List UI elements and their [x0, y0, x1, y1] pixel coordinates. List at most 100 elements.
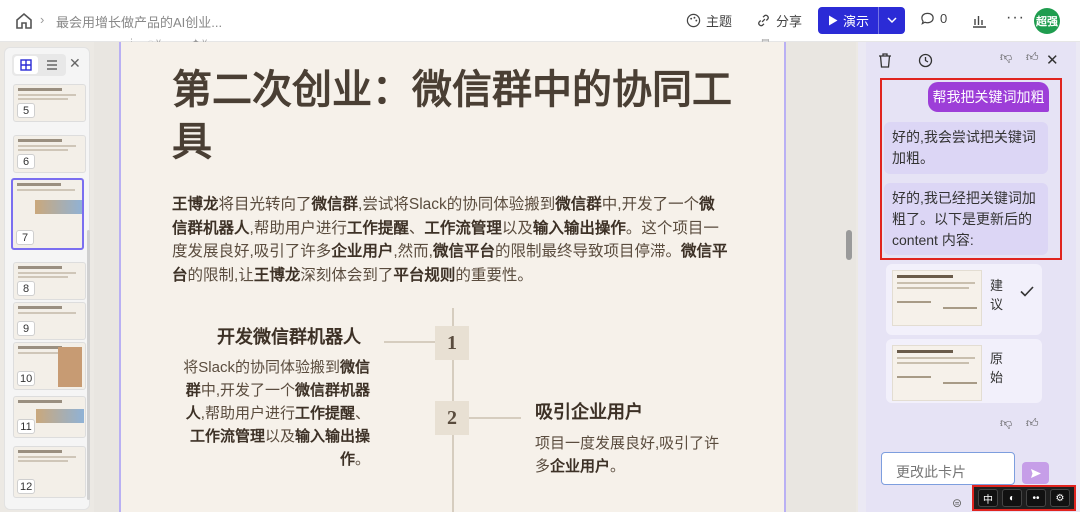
thumb-text-line — [18, 460, 68, 462]
avatar[interactable]: 超强 — [1034, 8, 1060, 34]
thumb-title-line — [897, 350, 953, 353]
present-button[interactable]: 演示 — [818, 7, 905, 34]
thumb-text-line — [897, 362, 969, 364]
sidebar-scrollbar[interactable] — [87, 230, 90, 500]
play-icon — [829, 15, 838, 26]
thumb-text-line — [18, 272, 76, 274]
canvas-scrollbar[interactable] — [846, 230, 852, 260]
comment-count: 0 — [940, 11, 948, 26]
dark-mode-button[interactable]: ◐ — [1002, 489, 1022, 507]
dots-button[interactable]: •• — [1026, 489, 1046, 507]
thumb-text-line — [18, 456, 76, 458]
slide-number: 10 — [17, 371, 36, 386]
present-options-dropdown[interactable] — [879, 17, 905, 24]
comment-icon — [921, 12, 934, 25]
send-button[interactable] — [1022, 462, 1049, 484]
chevron-right-icon: › — [40, 12, 45, 27]
grid-icon — [20, 59, 32, 71]
thumb-text-line — [897, 287, 969, 289]
attachment-icon[interactable]: ⊜ — [952, 496, 962, 510]
trash-icon[interactable] — [878, 53, 892, 68]
language-button[interactable]: 中 — [978, 489, 998, 507]
thumb-title-line — [18, 306, 62, 309]
send-icon — [1030, 468, 1041, 478]
thumbs-down-icon[interactable]: 👎︎ — [1000, 416, 1012, 431]
step-2-text[interactable]: 项目一度发展良好,吸引了许多企业用户。 — [535, 432, 730, 478]
slide-title[interactable]: 第二次创业：微信群中的协同工具 — [172, 64, 732, 168]
step-1-title[interactable]: 开发微信群机器人 — [217, 323, 361, 349]
slide-thumbnail-11[interactable]: 11 — [13, 396, 86, 438]
comments-button[interactable]: 0 — [920, 11, 947, 26]
thumb-text-line — [17, 189, 75, 191]
original-card[interactable]: 原始 — [886, 339, 1042, 403]
thumbs-down-icon[interactable]: 👎︎ — [1000, 50, 1012, 65]
slide-thumbnail-9[interactable]: 9 — [13, 302, 86, 340]
ai-message-2: 好的,我已经把关键词加粗了。以下是更新后的content 内容: — [884, 183, 1048, 255]
thumb-title-line — [18, 88, 62, 91]
step-2-title[interactable]: 吸引企业用户 — [535, 398, 643, 424]
thumb-text-line — [18, 276, 68, 278]
theme-button[interactable]: 主题 — [686, 11, 732, 30]
slide-number: 9 — [17, 321, 35, 336]
thumbs-up-icon[interactable]: 👍︎ — [1026, 416, 1039, 431]
thumb-text-line — [18, 149, 68, 151]
step-number-1: 1 — [435, 326, 469, 360]
ai-message-1: 好的,我会尝试把关键词加粗。 — [884, 122, 1048, 174]
suggestion-card[interactable]: 建议 — [886, 264, 1042, 335]
check-icon[interactable] — [1020, 286, 1034, 297]
thumb-text-line — [18, 312, 76, 314]
floating-toolbar: 中 ◐ •• ⚙ — [972, 485, 1076, 511]
thumb-text-line — [943, 307, 977, 309]
slide-thumbnail-8[interactable]: 8 — [13, 262, 86, 300]
list-icon — [47, 60, 57, 70]
slide-number: 6 — [17, 154, 35, 169]
thumb-image — [35, 200, 82, 214]
thumb-text-line — [18, 94, 76, 96]
link-icon — [758, 14, 769, 27]
share-button[interactable]: 分享 — [756, 11, 802, 30]
present-label: 演示 — [843, 14, 870, 29]
thumb-image — [36, 409, 84, 423]
analytics-icon[interactable] — [972, 13, 987, 28]
thumb-title-line — [18, 139, 62, 142]
close-icon[interactable]: ✕ — [69, 55, 81, 72]
slide-paragraph[interactable]: 王博龙将目光转向了微信群,尝试将Slack的协同体验搬到微信群中,开发了一个微信… — [172, 193, 728, 287]
thumb-title-line — [18, 450, 62, 453]
thumb-text-line — [897, 357, 975, 359]
settings-button[interactable]: ⚙ — [1050, 489, 1070, 507]
suggestion-thumbnail — [892, 270, 982, 326]
user-message: 帮我把关键词加粗 — [928, 82, 1049, 112]
slide-number: 5 — [17, 103, 35, 118]
slide-thumbnail-12[interactable]: 12 — [13, 446, 86, 498]
step-1-text[interactable]: 将Slack的协同体验搬到微信群中,开发了一个微信群机器人,帮助用户进行工作提醒… — [175, 356, 370, 471]
slide-thumbnail-6[interactable]: 6 — [13, 135, 86, 173]
slide-thumbnail-7[interactable]: 7 — [11, 178, 84, 250]
thumb-title-line — [18, 266, 62, 269]
slide-thumbnail-10[interactable]: 10 — [13, 342, 86, 390]
history-icon[interactable] — [918, 53, 933, 68]
thumb-title-line — [18, 400, 62, 403]
close-panel-icon[interactable]: ✕ — [1046, 51, 1059, 69]
thumbs-up-icon[interactable]: 👍︎ — [1026, 50, 1039, 65]
thumb-title-line — [897, 275, 953, 278]
more-icon[interactable]: ··· — [1006, 9, 1025, 27]
grid-view-tab[interactable] — [14, 56, 38, 74]
slide-number: 11 — [17, 419, 35, 434]
slide-thumbnail-5[interactable]: 5 — [13, 84, 86, 122]
chat-input[interactable] — [881, 452, 1015, 485]
view-toggle — [12, 54, 66, 76]
palette-icon — [686, 13, 701, 28]
thumb-text-line — [18, 145, 76, 147]
thumb-title-line — [18, 346, 62, 349]
thumb-text-line — [18, 98, 68, 100]
list-view-tab[interactable] — [40, 56, 64, 74]
original-label: 原始 — [990, 351, 1004, 385]
breadcrumb[interactable]: 最会用增长做产品的AI创业... — [56, 12, 222, 31]
home-icon[interactable] — [14, 11, 34, 31]
original-thumbnail — [892, 345, 982, 401]
thumb-text-line — [897, 301, 931, 303]
thumb-title-line — [17, 183, 61, 186]
slide-number: 12 — [17, 479, 36, 494]
step-number-2: 2 — [435, 401, 469, 435]
thumb-text-line — [943, 382, 977, 384]
